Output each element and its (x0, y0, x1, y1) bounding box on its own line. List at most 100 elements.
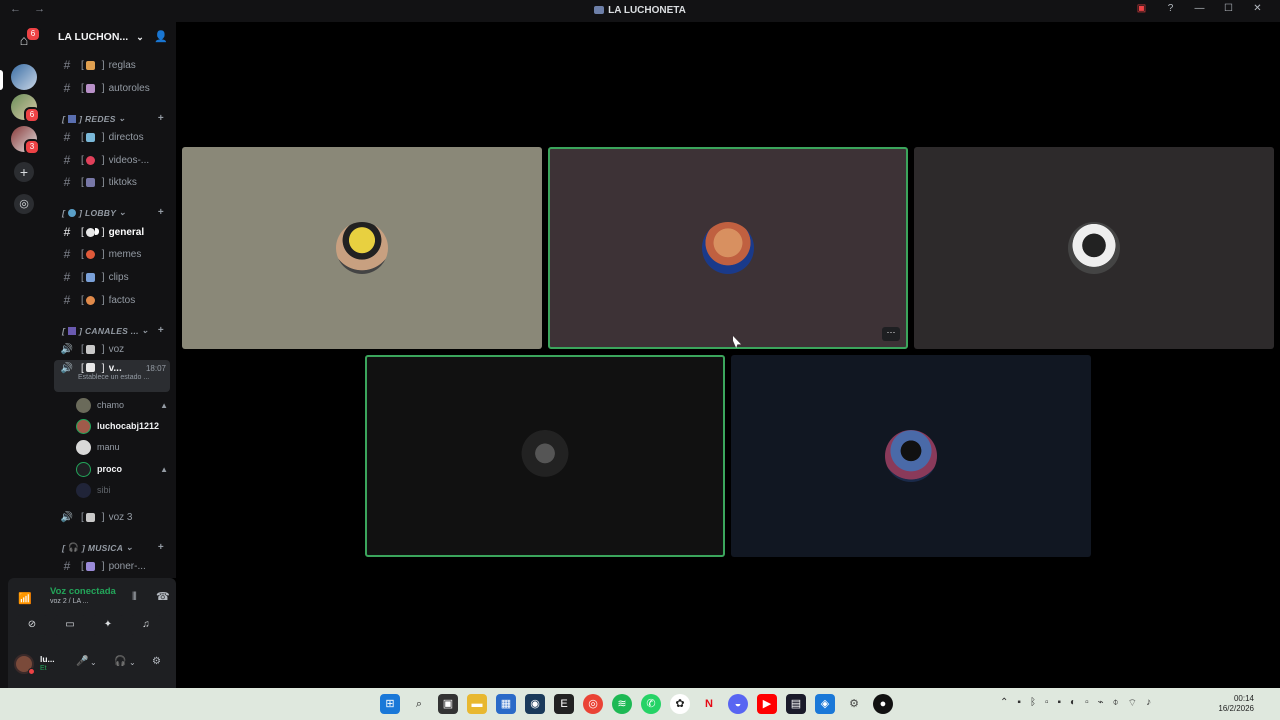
channel-status[interactable]: Establece un estado ... (78, 374, 149, 381)
user-name[interactable]: lu... (40, 654, 55, 664)
invite-icon[interactable]: 👤 (154, 30, 168, 43)
chevron-down-icon[interactable]: ⌄ (129, 658, 136, 667)
chevron-down-icon[interactable]: ⌄ (90, 658, 97, 667)
voice-channel-connected[interactable]: 🔊[] v... 18:07 Establece un estado ... (54, 360, 170, 392)
channel-directos[interactable]: #[] directos (54, 127, 170, 147)
voice-channel-voz[interactable]: 🔊[] voz (54, 339, 170, 359)
bluetooth-icon[interactable]: ᛒ (1030, 697, 1036, 710)
hash-icon: # (63, 130, 71, 144)
channel-memes[interactable]: #[] memes (54, 244, 170, 264)
minimize-icon[interactable]: — (1185, 3, 1214, 14)
category-lobby[interactable]: [] LOBBY ⌄ + (62, 207, 170, 218)
category-canales[interactable]: [] CANALES ... ⌄ + (62, 325, 170, 336)
participant-tile-manu[interactable] (914, 147, 1274, 349)
chatgpt-icon[interactable]: ✿ (670, 694, 690, 714)
noise-suppression-icon[interactable]: ⦀ (132, 591, 137, 604)
app-icon[interactable]: ▤ (786, 694, 806, 714)
voice-user-luchocabj1212[interactable]: luchocabj1212 (76, 416, 170, 436)
disconnect-icon[interactable]: ☎ (156, 590, 170, 603)
microphone-icon[interactable]: ⌽ (1113, 697, 1119, 710)
discover-icon[interactable]: ◎ (14, 194, 34, 214)
channel-label: v... (108, 363, 122, 374)
channel-autoroles[interactable]: #[] autoroles (54, 78, 170, 98)
netflix-icon[interactable]: N (699, 694, 719, 714)
spotify-icon[interactable]: ≋ (612, 694, 632, 714)
server-icon-2[interactable]: 6 (11, 94, 40, 123)
add-channel-icon[interactable]: + (158, 207, 164, 218)
channel-clips[interactable]: #[] clips (54, 267, 170, 287)
channel-general[interactable]: #[] general (54, 222, 170, 242)
task-view-icon[interactable]: ▣ (438, 694, 458, 714)
inbox-icon[interactable]: ▣ (1127, 3, 1156, 14)
taskbar-clock[interactable]: 00:14 16/2/2026 (1218, 694, 1254, 714)
epic-games-icon[interactable]: E (554, 694, 574, 714)
tray-app-icon[interactable]: ▫ (1045, 697, 1049, 710)
voice-user-sibi[interactable]: sibi (76, 480, 170, 500)
category-redes[interactable]: [] REDES ⌄ + (62, 113, 170, 124)
channel-emoji (85, 344, 95, 354)
channel-emoji (85, 295, 95, 305)
tray-app-icon[interactable]: ▪ (1017, 697, 1021, 710)
voice-channel-voz3[interactable]: 🔊[] voz 3 (54, 507, 170, 527)
server-icon-la-luchoneta[interactable] (11, 64, 37, 90)
channel-videos[interactable]: #[] videos-... (54, 150, 170, 170)
status-dot (28, 668, 35, 675)
add-channel-icon[interactable]: + (158, 113, 164, 124)
signal-icon[interactable]: 📶 (18, 592, 32, 605)
hash-icon: # (63, 559, 71, 573)
chrome-icon[interactable]: ◎ (583, 694, 603, 714)
soundboard-icon[interactable]: ♫ (130, 615, 162, 635)
tray-app-icon[interactable]: ◐ (1070, 697, 1076, 710)
voice-location-text[interactable]: voz 2 / LA ... (50, 598, 89, 605)
usb-icon[interactable]: ⌁ (1098, 697, 1104, 710)
category-label: LOBBY (84, 207, 117, 218)
chevron-up-icon[interactable]: ⌃ (1000, 697, 1008, 710)
channel-factos[interactable]: #[] factos (54, 290, 170, 310)
defender-icon[interactable]: ◈ (815, 694, 835, 714)
category-musica[interactable]: [🎧] MUSICA ⌄ + (62, 542, 170, 553)
voice-status-text[interactable]: Voz conectada (50, 586, 116, 597)
add-channel-icon[interactable]: + (158, 325, 164, 336)
discord-icon[interactable]: ◒ (728, 694, 748, 714)
tray-app-icon[interactable]: ▫ (1085, 697, 1089, 710)
headphones-icon[interactable]: 🎧 (114, 656, 126, 667)
participant-tile-luchocabj1212[interactable]: ··· (548, 147, 908, 349)
add-channel-icon[interactable]: + (158, 542, 164, 553)
guild-header[interactable]: LA LUCHON... ⌄ 👤 (48, 22, 176, 52)
obs-icon[interactable]: ● (873, 694, 893, 714)
participant-tile-chamo[interactable] (182, 147, 542, 349)
whatsapp-icon[interactable]: ✆ (641, 694, 661, 714)
wifi-icon[interactable]: ⌔ (1128, 697, 1137, 710)
category-label: CANALES ... (84, 325, 139, 336)
channel-label: autoroles (108, 82, 150, 94)
volume-icon[interactable]: ♪ (1146, 697, 1151, 710)
windows-start-icon[interactable]: ⊞ (380, 694, 400, 714)
channel-reglas[interactable]: #[] reglas (54, 55, 170, 75)
participant-tile-proco[interactable] (365, 355, 725, 557)
voice-actions: ⊘ ▭ ✦ ♫ (16, 615, 168, 635)
screen-share-icon[interactable]: ▭ (54, 615, 86, 635)
youtube-icon[interactable]: ▶ (757, 694, 777, 714)
file-explorer-icon[interactable]: ▬ (467, 694, 487, 714)
voice-user-chamo[interactable]: chamo ▲ (76, 395, 170, 415)
search-icon[interactable]: ⌕ (409, 694, 429, 714)
settings-icon[interactable]: ⚙ (844, 694, 864, 714)
tray-app-icon[interactable]: ▪ (1057, 697, 1061, 710)
voice-user-proco[interactable]: proco ▲ (76, 459, 170, 479)
maximize-icon[interactable]: ☐ (1214, 3, 1243, 14)
camera-off-icon[interactable]: ⊘ (16, 615, 48, 635)
more-options-icon[interactable]: ··· (882, 327, 900, 341)
activities-icon[interactable]: ✦ (92, 615, 124, 635)
steam-icon[interactable]: ◉ (525, 694, 545, 714)
store-icon[interactable]: ▦ (496, 694, 516, 714)
gear-icon[interactable]: ⚙ (152, 656, 161, 667)
microphone-icon[interactable]: 🎤 (76, 656, 88, 667)
close-icon[interactable]: ✕ (1243, 3, 1272, 14)
participant-tile-sibi[interactable] (731, 355, 1091, 557)
add-server-icon[interactable]: + (14, 162, 34, 182)
channel-tiktoks[interactable]: #[] tiktoks (54, 172, 170, 192)
voice-user-manu[interactable]: manu (76, 437, 170, 457)
server-icon-3[interactable]: 3 (11, 126, 40, 155)
channel-poner[interactable]: #[] poner-... (54, 556, 170, 576)
help-icon[interactable]: ? (1156, 3, 1185, 14)
